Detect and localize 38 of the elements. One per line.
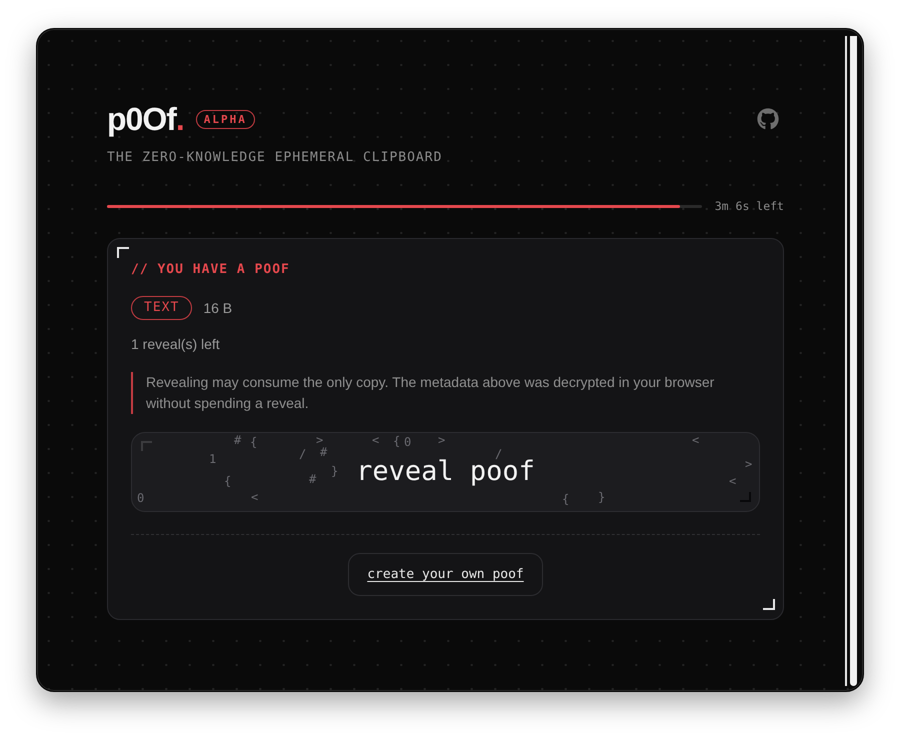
tagline: THE ZERO-KNOWLEDGE EPHEMERAL CLIPBOARD <box>107 149 444 167</box>
code-symbol: { <box>224 474 232 488</box>
code-symbol: # <box>309 472 316 486</box>
type-tag: TEXT <box>131 296 192 320</box>
code-symbol: 1 <box>209 452 216 466</box>
corner-bracket-icon <box>763 599 775 610</box>
code-symbol: { <box>562 492 570 506</box>
code-symbol: # <box>234 433 242 447</box>
code-symbol: { <box>393 434 400 448</box>
scrollbar[interactable] <box>845 36 857 686</box>
code-symbol: 0 <box>137 491 144 505</box>
code-symbol: < <box>372 433 380 447</box>
notice-text: Revealing may consume the only copy. The metadata above was decrypted in your browser without spending a reveal. <box>146 373 716 413</box>
code-symbol: > <box>316 433 324 447</box>
create-poof-button[interactable]: create your own poof <box>348 553 543 596</box>
scrollbar-thumb[interactable] <box>850 36 857 686</box>
code-symbol: > <box>438 433 446 447</box>
reveal-button[interactable]: # { > < { 0 > < 1 / # / > } { # < 0 < { } reveal poof <box>131 432 760 512</box>
card-heading: // YOU HAVE A POOF <box>131 261 291 279</box>
code-symbol: < <box>251 490 258 504</box>
reveals-left-text: 1 reveal(s) left <box>131 335 221 354</box>
code-symbol: { <box>250 435 258 449</box>
code-symbol: < <box>729 474 736 488</box>
alpha-badge: ALPHA <box>196 110 255 128</box>
code-symbol: # <box>320 445 328 459</box>
code-symbol: / <box>495 447 502 461</box>
code-symbol: } <box>331 464 338 478</box>
code-symbol: 0 <box>404 435 412 449</box>
github-icon[interactable] <box>757 108 779 130</box>
code-symbol: > <box>745 457 752 471</box>
corner-bracket-icon <box>117 247 129 258</box>
time-left-text: 3m 6s left <box>714 198 784 214</box>
size-text: 16 B <box>203 299 232 318</box>
code-symbol: } <box>598 490 606 504</box>
code-symbol: < <box>692 433 700 447</box>
code-symbol: / <box>299 447 306 461</box>
corner-bracket-icon <box>141 441 152 451</box>
wordmark: p0Of. <box>107 100 184 139</box>
